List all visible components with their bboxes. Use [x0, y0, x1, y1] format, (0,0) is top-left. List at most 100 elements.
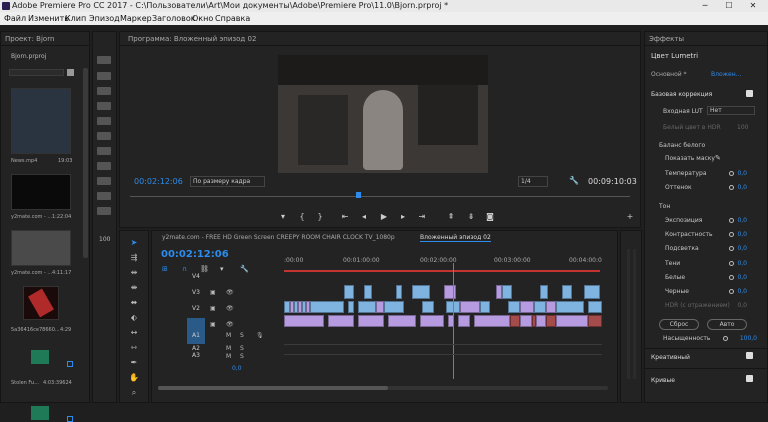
mark-out-icon[interactable]: }	[314, 211, 326, 223]
exposure-value[interactable]: 0,0	[737, 217, 747, 224]
project-item-thumb[interactable]	[23, 286, 59, 320]
project-item-thumb[interactable]	[11, 230, 71, 266]
timeline-clip[interactable]	[358, 315, 384, 327]
timeline-clip[interactable]	[546, 315, 556, 327]
project-item-thumb[interactable]	[11, 88, 71, 154]
slip-tool-icon[interactable]: ↔	[128, 327, 140, 338]
timeline-clip[interactable]	[480, 301, 490, 313]
history-item-icon[interactable]	[97, 56, 111, 64]
timeline-clip[interactable]	[496, 285, 502, 299]
timeline-clip[interactable]	[520, 315, 532, 327]
export-frame-icon[interactable]: ◙	[484, 211, 496, 223]
rolling-edit-tool-icon[interactable]: ⇼	[128, 282, 140, 293]
curves-header[interactable]: Кривые	[651, 377, 675, 384]
go-to-in-icon[interactable]: ⇤	[339, 211, 351, 223]
menu-file[interactable]: Файл	[4, 12, 26, 25]
solo-s-icon[interactable]: S	[240, 345, 244, 352]
slide-tool-icon[interactable]: ⇿	[128, 342, 140, 353]
timeline-clip[interactable]	[540, 285, 548, 299]
slider-reset-icon[interactable]	[723, 336, 728, 341]
timeline-clip[interactable]	[420, 315, 444, 327]
play-button[interactable]: ▶	[378, 211, 390, 223]
timeline-clip[interactable]	[384, 301, 404, 313]
program-monitor-title[interactable]: Программа: Вложенный эпизод 02	[120, 32, 640, 46]
timeline-clip[interactable]	[284, 315, 324, 327]
maximize-button[interactable]: ☐	[718, 0, 740, 12]
menu-window[interactable]: Окно	[192, 12, 213, 25]
timeline-clip[interactable]	[588, 301, 602, 313]
menu-sequence[interactable]: Эпизод	[89, 12, 120, 25]
history-item-icon[interactable]	[97, 147, 111, 155]
toggle-output-eye-icon[interactable]: 👁	[226, 321, 234, 328]
track-select-tool-icon[interactable]: ⇶	[128, 252, 140, 263]
step-back-icon[interactable]: ◂	[358, 211, 370, 223]
history-item-icon[interactable]	[97, 162, 111, 170]
razor-tool-icon[interactable]: ⬖	[128, 312, 140, 323]
hand-tool-icon[interactable]: ✋	[128, 372, 140, 383]
toggle-output-eye-icon[interactable]: 👁	[226, 289, 234, 296]
timeline-clip[interactable]	[508, 301, 520, 313]
menu-edit[interactable]: Изменить	[28, 12, 69, 25]
timeline-clip[interactable]	[546, 301, 556, 313]
timeline-clip[interactable]	[460, 301, 480, 313]
tint-value[interactable]: 0,0	[737, 184, 747, 191]
project-search-input[interactable]	[9, 69, 64, 76]
mute-m-icon[interactable]: M	[226, 332, 231, 339]
ripple-edit-tool-icon[interactable]: ⇹	[128, 267, 140, 278]
timeline-clip[interactable]	[588, 315, 602, 327]
lumetri-target[interactable]: Вложен...	[711, 71, 741, 78]
timeline-clip[interactable]	[364, 285, 372, 299]
add-marker-timeline-icon[interactable]: ▾	[220, 265, 224, 273]
menu-clip[interactable]: Клип	[65, 12, 86, 25]
slider-reset-icon[interactable]	[729, 289, 734, 294]
add-marker-icon[interactable]: ▾	[277, 211, 289, 223]
contrast-value[interactable]: 0,0	[737, 231, 747, 238]
temperature-value[interactable]: 0,0	[737, 170, 747, 177]
timeline-clip[interactable]	[388, 315, 416, 327]
snap-icon[interactable]: ∩	[182, 265, 187, 273]
saturation-value[interactable]: 100,0	[740, 335, 757, 342]
mute-m-icon[interactable]: M	[226, 345, 231, 352]
timeline-tab-1[interactable]: y2mate.com - FREE HD Green Screen CREEPY…	[162, 234, 395, 241]
rate-stretch-tool-icon[interactable]: ⬌	[128, 297, 140, 308]
solo-s-icon[interactable]: S	[240, 332, 244, 339]
pen-tool-icon[interactable]: ✒	[128, 357, 140, 368]
history-item-icon[interactable]	[97, 72, 111, 80]
history-item-icon[interactable]	[97, 192, 111, 200]
time-ruler[interactable]: :00:00 00:01:00:00 00:02:00:00 00:03:00:…	[284, 254, 604, 270]
quality-dropdown[interactable]: 1/4	[518, 176, 548, 187]
audio-item-icon[interactable]	[31, 406, 49, 420]
minimize-button[interactable]: ─	[694, 0, 716, 12]
creative-header[interactable]: Креативный	[651, 354, 690, 361]
timeline-clip[interactable]	[520, 301, 534, 313]
step-forward-icon[interactable]: ▸	[397, 211, 409, 223]
timeline-clip[interactable]	[348, 301, 354, 313]
slider-reset-icon[interactable]	[729, 218, 734, 223]
slider-reset-icon[interactable]	[729, 232, 734, 237]
reset-button[interactable]: Сброс	[659, 319, 699, 330]
timeline-clip[interactable]	[534, 301, 546, 313]
timeline-clip[interactable]	[510, 315, 520, 327]
timeline-clip[interactable]	[474, 315, 510, 327]
timeline-clip[interactable]	[328, 315, 354, 327]
timeline-clip[interactable]	[562, 285, 572, 299]
selection-tool-icon[interactable]: ➤	[128, 237, 140, 248]
timeline-clip[interactable]	[502, 285, 512, 299]
tone-header[interactable]: Тон	[659, 203, 670, 210]
timeline-clip[interactable]	[358, 301, 376, 313]
history-item-icon[interactable]	[97, 102, 111, 110]
timeline-clip[interactable]	[536, 315, 546, 327]
basic-correction-header[interactable]: Базовая коррекция	[651, 91, 712, 98]
basic-correction-checkbox[interactable]	[746, 90, 753, 97]
timeline-clip[interactable]	[344, 285, 354, 299]
timeline-horizontal-scrollbar[interactable]	[158, 386, 608, 390]
timeline-clip[interactable]	[412, 285, 430, 299]
extract-icon[interactable]: ⇟	[465, 211, 477, 223]
timeline-clip[interactable]	[556, 315, 588, 327]
timeline-clip[interactable]	[306, 301, 310, 313]
project-item-thumb[interactable]	[11, 174, 71, 210]
lut-dropdown[interactable]: Нет	[707, 106, 755, 115]
slider-reset-icon[interactable]	[729, 171, 734, 176]
toggle-sync-lock-icon[interactable]: ▣	[210, 305, 216, 312]
new-bin-icon[interactable]	[67, 69, 74, 76]
